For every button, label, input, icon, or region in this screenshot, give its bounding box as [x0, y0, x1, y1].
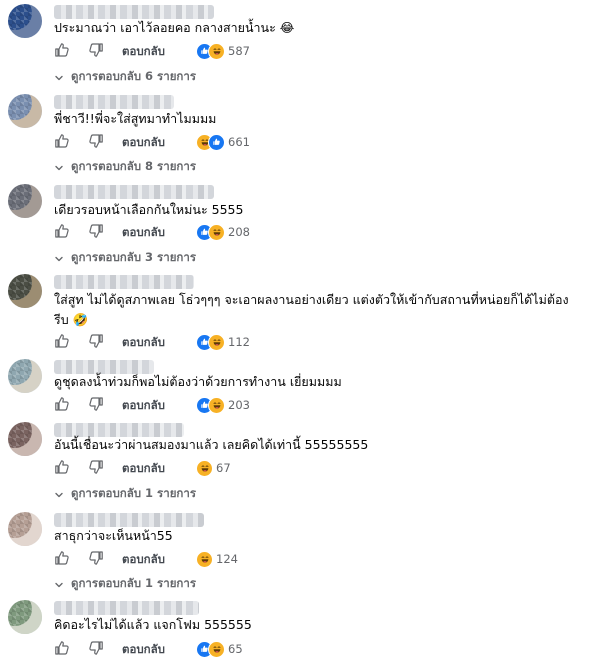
- view-replies-label: ดูการตอบกลับ 1 รายการ: [71, 486, 197, 500]
- thumbs-up-icon[interactable]: [54, 396, 70, 412]
- avatar[interactable]: [8, 94, 42, 128]
- reaction-summary[interactable]: 112: [196, 333, 250, 351]
- like-reaction-icon: [208, 133, 225, 151]
- reaction-count: 67: [216, 461, 231, 475]
- haha-reaction-icon: [208, 223, 225, 241]
- comment-text: เดียวรอบหน้าเลือกกันใหม่นะ 5555: [54, 202, 244, 217]
- thumbs-down-icon[interactable]: [88, 133, 104, 149]
- blurred-username[interactable]: [54, 601, 199, 615]
- thumbs-down-icon[interactable]: [88, 223, 104, 239]
- avatar[interactable]: [8, 4, 42, 38]
- haha-reaction-icon: [196, 550, 213, 568]
- chevron-down-icon: [54, 579, 64, 589]
- avatar[interactable]: [8, 600, 42, 634]
- thumbs-up-icon[interactable]: [54, 550, 70, 566]
- thumbs-down-icon[interactable]: [88, 396, 104, 412]
- haha-reaction-icon: [196, 459, 213, 477]
- comment-actions: ตอบกลับ 661: [54, 133, 354, 151]
- avatar[interactable]: [8, 184, 42, 218]
- reaction-summary[interactable]: 203: [196, 396, 250, 414]
- reaction-summary[interactable]: 208: [196, 223, 250, 241]
- comment-text: ใส่สูท ไม่ได้ดูสภาพเลย โธ่วๆๆๆ จะเอาผลงา…: [54, 292, 569, 327]
- reaction-count: 112: [228, 335, 250, 349]
- haha-reaction-icon: [208, 42, 225, 60]
- thumbs-down-icon[interactable]: [88, 550, 104, 566]
- reaction-count: 208: [228, 225, 250, 239]
- reply-button[interactable]: ตอบกลับ: [122, 334, 165, 352]
- view-replies-label: ดูการตอบกลับ 3 รายการ: [71, 250, 197, 264]
- reply-button[interactable]: ตอบกลับ: [122, 397, 165, 415]
- thumbs-up-icon[interactable]: [54, 133, 70, 149]
- blurred-username[interactable]: [54, 5, 214, 19]
- view-replies-link[interactable]: ดูการตอบกลับ 1 รายการ: [54, 485, 196, 503]
- comment-actions: ตอบกลับ 112: [54, 333, 354, 351]
- view-replies-label: ดูการตอบกลับ 1 รายการ: [71, 576, 197, 590]
- haha-reaction-icon: [208, 396, 225, 414]
- view-replies-link[interactable]: ดูการตอบกลับ 1 รายการ: [54, 575, 196, 593]
- reaction-count: 65: [228, 642, 243, 656]
- blurred-username[interactable]: [54, 275, 194, 289]
- reply-button[interactable]: ตอบกลับ: [122, 551, 165, 569]
- reaction-summary[interactable]: 65: [196, 640, 243, 658]
- blurred-username[interactable]: [54, 185, 214, 199]
- comment-text: ประมาณว่า เอาไว้ลอยคอ กลางสายน้ำนะ 😂: [54, 20, 295, 35]
- comment-actions: ตอบกลับ 587: [54, 42, 354, 60]
- thumbs-up-icon[interactable]: [54, 223, 70, 239]
- thumbs-up-icon[interactable]: [54, 459, 70, 475]
- comment-text: สาธุกว่าจะเห็นหน้า55: [54, 528, 173, 543]
- avatar[interactable]: [8, 422, 42, 456]
- view-replies-label: ดูการตอบกลับ 6 รายการ: [71, 69, 197, 83]
- reaction-count: 203: [228, 398, 250, 412]
- reply-button[interactable]: ตอบกลับ: [122, 43, 165, 61]
- thumbs-up-icon[interactable]: [54, 42, 70, 58]
- view-replies-link[interactable]: ดูการตอบกลับ 6 รายการ: [54, 68, 196, 86]
- comment-actions: ตอบกลับ 203: [54, 396, 354, 414]
- reply-button[interactable]: ตอบกลับ: [122, 460, 165, 478]
- chevron-down-icon: [54, 72, 64, 82]
- avatar[interactable]: [8, 274, 42, 308]
- haha-reaction-icon: [208, 333, 225, 351]
- blurred-username[interactable]: [54, 513, 204, 527]
- comment-text: พี่ชาวี!!พี่จะใส่สูทมาทำไมมมม: [54, 111, 217, 126]
- reaction-summary[interactable]: 587: [196, 42, 250, 60]
- reply-button[interactable]: ตอบกลับ: [122, 224, 165, 242]
- reply-button[interactable]: ตอบกลับ: [122, 641, 165, 659]
- reply-button[interactable]: ตอบกลับ: [122, 134, 165, 152]
- comment-text: อันนี้เชื่อนะว่าผ่านสมองมาแล้ว เลยคิดได้…: [54, 437, 369, 452]
- view-replies-label: ดูการตอบกลับ 8 รายการ: [71, 159, 197, 173]
- avatar[interactable]: [8, 359, 42, 393]
- comment-actions: ตอบกลับ 65: [54, 640, 354, 658]
- comment-actions: ตอบกลับ 208: [54, 223, 354, 241]
- view-replies-link[interactable]: ดูการตอบกลับ 8 รายการ: [54, 158, 196, 176]
- comment-actions: ตอบกลับ 67: [54, 459, 354, 477]
- thumbs-down-icon[interactable]: [88, 333, 104, 349]
- thumbs-up-icon[interactable]: [54, 333, 70, 349]
- chevron-down-icon: [54, 253, 64, 263]
- thumbs-up-icon[interactable]: [54, 640, 70, 656]
- thumbs-down-icon[interactable]: [88, 640, 104, 656]
- comment-actions: ตอบกลับ 124: [54, 550, 354, 568]
- comment-text: ดูชุดลงน้ำท่วมก็พอไม่ต้องว่าด้วยการทำงาน…: [54, 374, 342, 389]
- reaction-count: 124: [216, 552, 238, 566]
- reaction-summary[interactable]: 661: [196, 133, 250, 151]
- avatar[interactable]: [8, 512, 42, 546]
- thumbs-down-icon[interactable]: [88, 459, 104, 475]
- comment-text: คิดอะไรไม่ได้แล้ว แจกโฟม 555555: [54, 617, 252, 632]
- reaction-count: 661: [228, 135, 250, 149]
- blurred-username[interactable]: [54, 95, 174, 109]
- haha-reaction-icon: [208, 640, 225, 658]
- chevron-down-icon: [54, 489, 64, 499]
- view-replies-link[interactable]: ดูการตอบกลับ 3 รายการ: [54, 249, 196, 267]
- thumbs-down-icon[interactable]: [88, 42, 104, 58]
- chevron-down-icon: [54, 162, 64, 172]
- reaction-summary[interactable]: 67: [196, 459, 231, 477]
- reaction-count: 587: [228, 44, 250, 58]
- reaction-summary[interactable]: 124: [196, 550, 238, 568]
